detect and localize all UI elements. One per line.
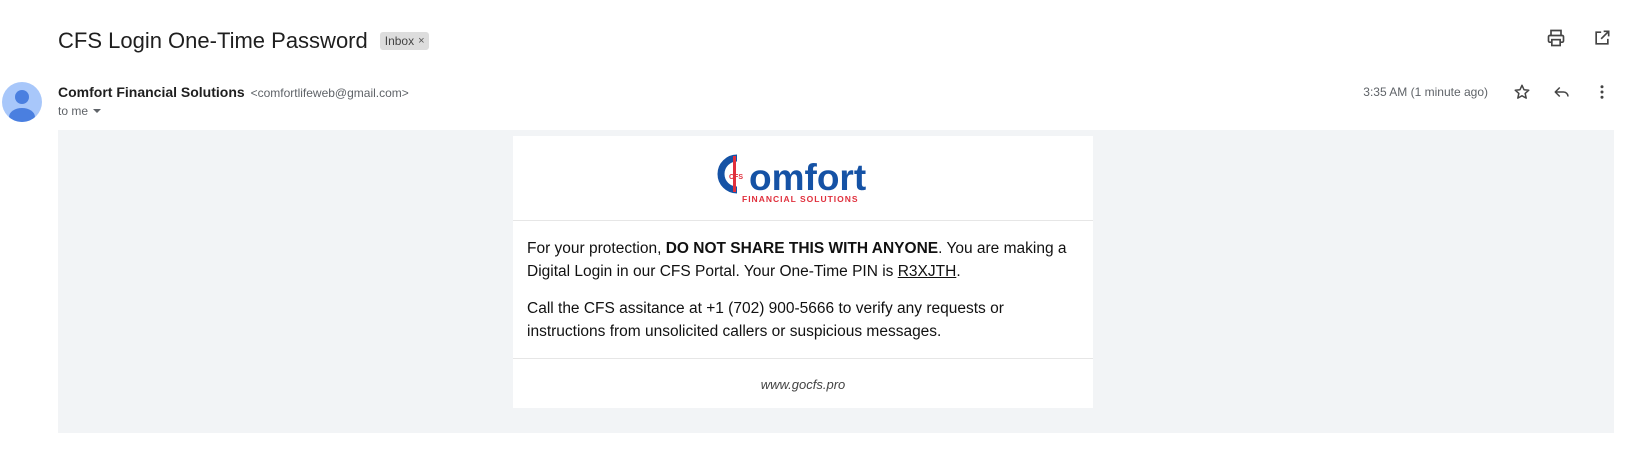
message-footer: www.gocfs.pro [513, 358, 1093, 409]
inbox-label-chip[interactable]: Inbox × [379, 32, 429, 50]
person-avatar-icon[interactable] [2, 82, 42, 122]
email-body: CFS omfort FINANCIAL SOLUTIONS For your … [58, 130, 1614, 433]
top-toolbar [1544, 26, 1614, 50]
inbox-label-text: Inbox [384, 34, 415, 48]
sender-row: Comfort Financial Solutions <comfortlife… [58, 84, 409, 100]
timestamp: 3:35 AM (1 minute ago) [1363, 85, 1488, 99]
logo-wordmark: omfort [749, 157, 866, 198]
recipient-text: to me [58, 104, 89, 118]
comfort-logo: CFS omfort FINANCIAL SOLUTIONS [513, 136, 1093, 221]
logo-tagline: FINANCIAL SOLUTIONS [742, 194, 859, 204]
sender-email: <comfortlifeweb@gmail.com> [250, 86, 409, 100]
footer-link[interactable]: www.gocfs.pro [761, 377, 846, 392]
warning-bold-text: DO NOT SHARE THIS WITH ANYONE [665, 240, 939, 257]
email-subject: CFS Login One-Time Password [58, 28, 368, 53]
message-card: CFS omfort FINANCIAL SOLUTIONS For your … [513, 136, 1093, 408]
subject-row: CFS Login One-Time Password Inbox × [58, 24, 429, 58]
print-icon[interactable] [1544, 26, 1568, 50]
chevron-down-icon[interactable] [92, 106, 102, 116]
one-time-pin: R3XJTH [897, 263, 957, 280]
sender-name[interactable]: Comfort Financial Solutions [58, 84, 245, 100]
more-vert-icon[interactable] [1590, 80, 1614, 104]
assistance-paragraph: Call the CFS assitance at +1 (702) 900-5… [527, 300, 1004, 340]
para1-prefix: For your protection, [527, 240, 666, 257]
remove-label-button[interactable]: × [418, 35, 424, 47]
protection-paragraph: For your protection, DO NOT SHARE THIS W… [527, 237, 1079, 283]
message-content: For your protection, DO NOT SHARE THIS W… [513, 221, 1093, 343]
message-actions: 3:35 AM (1 minute ago) [1363, 80, 1614, 104]
open-in-new-window-icon[interactable] [1590, 26, 1614, 50]
reply-icon[interactable] [1550, 80, 1574, 104]
star-icon[interactable] [1510, 80, 1534, 104]
logo-monogram: CFS [729, 174, 743, 181]
para1-end: . [956, 263, 961, 280]
recipient-row[interactable]: to me [58, 104, 102, 118]
